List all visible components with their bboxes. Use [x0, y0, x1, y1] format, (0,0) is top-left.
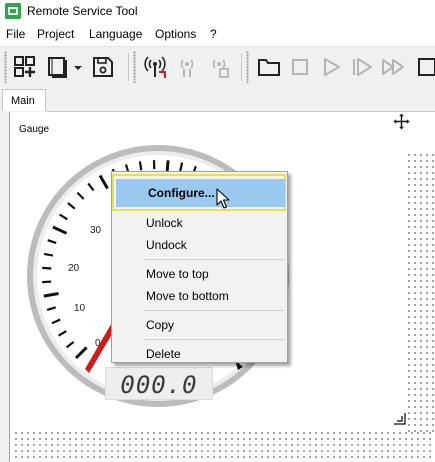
stop-icon — [292, 59, 308, 75]
fast-forward-button[interactable] — [380, 53, 406, 81]
menu-item-delete-label: Delete — [146, 347, 181, 361]
toolbar-separator — [128, 53, 129, 81]
toolbar-grip[interactable] — [4, 51, 7, 83]
stop-connection-button[interactable] — [206, 53, 232, 81]
menu-help[interactable]: ? — [210, 27, 217, 41]
menu-file[interactable]: File — [6, 27, 25, 41]
window-button[interactable] — [44, 53, 70, 81]
scale-label-30: 30 — [90, 225, 102, 236]
toolbar-grip[interactable] — [246, 51, 249, 83]
mouse-pointer-icon — [216, 188, 230, 209]
menu-item-unlock[interactable]: Unlock — [112, 212, 287, 234]
add-grid-button[interactable] — [12, 53, 38, 81]
stop-button[interactable] — [287, 53, 313, 81]
digital-readout: 000.0 — [105, 367, 213, 400]
menu-separator — [144, 310, 284, 311]
menu-item-move-to-top-label: Move to top — [146, 267, 209, 281]
add-grid-icon — [14, 56, 35, 77]
play-icon — [324, 58, 340, 76]
move-cursor-icon — [393, 113, 410, 130]
canvas-grid-bottom — [13, 430, 433, 462]
menu-item-configure-label: Configure... — [148, 186, 215, 200]
window-dropdown-button[interactable] — [70, 53, 88, 81]
menu-item-move-to-bottom[interactable]: Move to bottom — [112, 285, 287, 307]
stop-signal-icon — [212, 59, 229, 78]
menu-item-undock[interactable]: Undock — [112, 234, 287, 256]
toolbar-grip[interactable] — [133, 51, 136, 83]
menu-separator — [144, 339, 284, 340]
menu-bar: File Project Language Options ? — [0, 22, 435, 46]
extra-icon — [418, 58, 435, 76]
play-button[interactable] — [318, 53, 344, 81]
pause-connection-button[interactable] — [174, 53, 200, 81]
pause-signal-icon — [180, 59, 194, 77]
scale-label-10: 10 — [74, 303, 86, 314]
tab-main[interactable]: Main — [2, 89, 46, 111]
open-folder-button[interactable] — [256, 53, 282, 81]
menu-project[interactable]: Project — [37, 27, 74, 41]
step-button[interactable] — [349, 53, 375, 81]
fast-forward-icon — [382, 59, 404, 75]
chevron-down-icon — [74, 66, 82, 70]
gauge-tick — [138, 161, 143, 171]
connect-signal-icon — [144, 56, 166, 78]
resize-grip-icon[interactable] — [393, 412, 407, 426]
save-button[interactable] — [90, 53, 116, 81]
configure-highlight-frame: Configure... — [112, 174, 286, 211]
menu-item-copy-label: Copy — [146, 318, 175, 332]
step-icon — [353, 58, 372, 76]
menu-options[interactable]: Options — [155, 27, 196, 41]
app-icon — [5, 3, 21, 19]
gauge-tick — [42, 266, 52, 270]
menu-item-unlock-label: Unlock — [146, 216, 183, 230]
window-icon — [48, 57, 67, 78]
extra-button[interactable] — [412, 53, 435, 81]
scale-label-20: 20 — [68, 263, 80, 274]
menu-item-move-to-bottom-label: Move to bottom — [146, 289, 229, 303]
title-bar: Remote Service Tool — [0, 0, 435, 22]
menu-item-undock-label: Undock — [146, 238, 187, 252]
scale-label-0: 0 — [95, 338, 101, 349]
menu-separator — [144, 259, 284, 260]
save-icon — [93, 57, 113, 77]
canvas-grid-right — [406, 152, 434, 432]
open-folder-icon — [258, 59, 280, 76]
gauge-tick — [42, 280, 52, 284]
tab-strip: Main — [0, 86, 435, 112]
tab-main-label: Main — [11, 95, 35, 107]
window-title: Remote Service Tool — [27, 4, 138, 18]
digital-readout-value: 000.0 — [120, 371, 198, 399]
menu-item-move-to-top[interactable]: Move to top — [112, 263, 287, 285]
menu-item-copy[interactable]: Copy — [112, 314, 287, 336]
menu-item-delete[interactable]: Delete — [112, 343, 287, 365]
toolbar-separator — [241, 53, 242, 81]
menu-language[interactable]: Language — [89, 27, 142, 41]
toolbar — [0, 46, 435, 88]
menu-item-configure[interactable]: Configure... — [116, 179, 285, 207]
connect-button[interactable] — [142, 53, 168, 81]
